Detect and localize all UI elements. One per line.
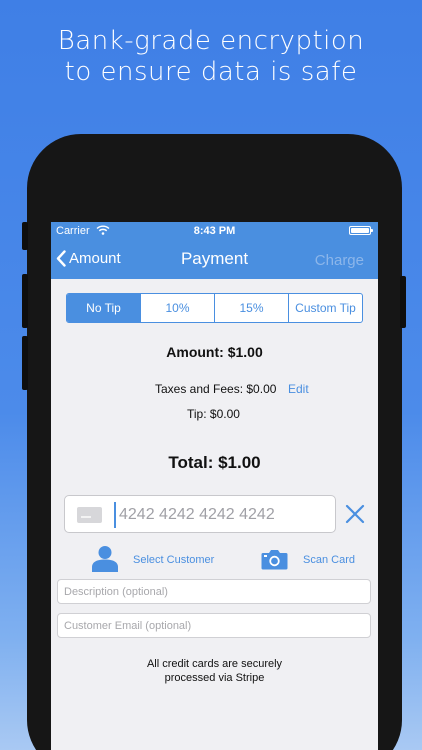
headline-line-1: Bank-grade encryption — [57, 26, 365, 56]
charge-button[interactable]: Charge — [315, 252, 364, 269]
promo-headline: Bank-grade encryption to ensure data is … — [0, 26, 422, 88]
battery-icon — [349, 226, 373, 235]
select-customer-button[interactable]: Select Customer — [133, 554, 214, 566]
credit-card-icon — [77, 507, 102, 523]
close-icon[interactable] — [344, 503, 366, 525]
edit-fees-link[interactable]: Edit — [288, 382, 309, 396]
app-screen: Carrier 8:43 PM Amount Payment Charge No… — [51, 222, 378, 750]
tip-option-no-tip[interactable]: No Tip — [67, 294, 140, 322]
total-label: Total: $1.00 — [168, 453, 261, 472]
security-note: All credit cards are securely processed … — [51, 657, 378, 685]
tip-label: Tip: $0.00 — [187, 407, 240, 421]
scan-card-button[interactable]: Scan Card — [303, 554, 355, 566]
nav-header: Amount Payment Charge — [51, 244, 378, 276]
card-number-input[interactable] — [114, 502, 329, 528]
phone-power-button — [400, 276, 406, 328]
tip-option-15[interactable]: 15% — [214, 294, 288, 322]
amount-label: Amount: $1.00 — [166, 344, 263, 360]
security-note-line-2: processed via Stripe — [164, 672, 265, 684]
taxes-fees-label: Taxes and Fees: $0.00 — [155, 382, 277, 396]
security-note-line-1: All credit cards are securely — [146, 658, 283, 670]
status-time: 8:43 PM — [193, 225, 236, 237]
card-number-field — [64, 495, 336, 533]
customer-email-input[interactable] — [57, 613, 371, 638]
status-bar: Carrier 8:43 PM — [51, 222, 378, 240]
navigation-bar: Carrier 8:43 PM Amount Payment Charge — [51, 222, 378, 279]
phone-mute-switch — [22, 222, 28, 250]
tip-option-custom[interactable]: Custom Tip — [288, 294, 362, 322]
phone-volume-up — [22, 274, 28, 328]
phone-volume-down — [22, 336, 28, 390]
tip-segmented-control: No Tip 10% 15% Custom Tip — [66, 293, 363, 323]
headline-line-2: to ensure data is safe — [64, 57, 358, 87]
camera-icon[interactable] — [261, 548, 288, 570]
person-icon[interactable] — [91, 545, 119, 572]
tip-option-10[interactable]: 10% — [140, 294, 214, 322]
description-input[interactable] — [57, 579, 371, 604]
